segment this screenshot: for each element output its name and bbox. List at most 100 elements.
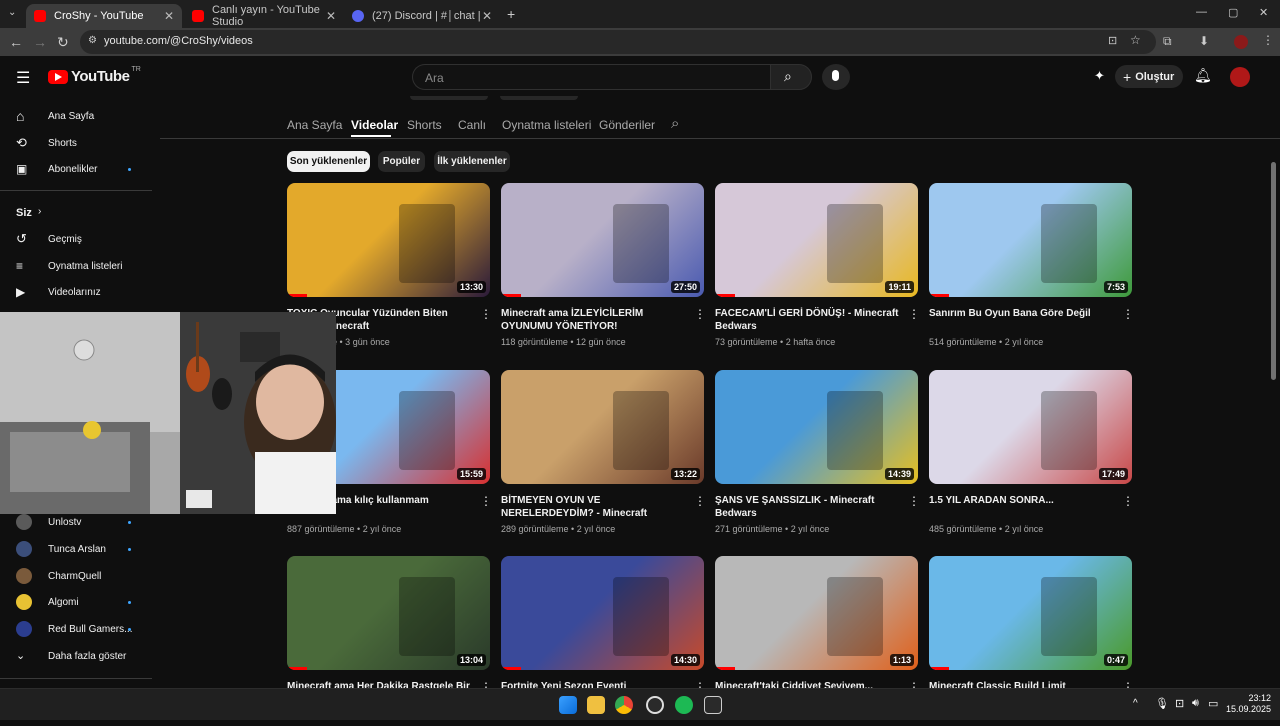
- video-title[interactable]: ŞANS VE ŞANSSIZLIK - Minecraft Bedwars: [715, 494, 901, 520]
- back-icon[interactable]: ←: [9, 34, 23, 50]
- spotify-icon[interactable]: [675, 696, 693, 714]
- extensions-icon[interactable]: ⧉: [1163, 34, 1172, 49]
- video-thumbnail[interactable]: 1:13: [715, 556, 918, 670]
- video-thumbnail[interactable]: 13:30: [287, 183, 490, 297]
- tab-youtube-studio[interactable]: Canlı yayın - YouTube Studio ✕: [184, 4, 344, 28]
- video-thumbnail[interactable]: 27:50: [501, 183, 704, 297]
- new-tab-icon[interactable]: +: [507, 6, 515, 22]
- minimize-icon[interactable]: —: [1196, 6, 1207, 18]
- sidebar-subscription-item[interactable]: Tunca Arslan: [0, 536, 152, 562]
- video-menu-icon[interactable]: ⋮: [694, 307, 706, 321]
- video-title[interactable]: BİTMEYEN OYUN VE NERELERDEYDİM? - Minecr…: [501, 494, 687, 520]
- video-card[interactable]: 17:49 1.5 YIL ARADAN SONRA... ⋮ 485 görüntü…: [929, 370, 1134, 540]
- tray-chevron-up-icon[interactable]: ^: [1133, 698, 1138, 709]
- epic-games-icon[interactable]: [704, 696, 722, 714]
- chip-oldest[interactable]: İlk yüklenenler: [434, 151, 510, 172]
- search-box[interactable]: Ara: [412, 64, 770, 90]
- video-card[interactable]: 14:39 ŞANS VE ŞANSSIZLIK - Minecraft Bedw…: [715, 370, 920, 540]
- chip-latest[interactable]: Son yüklenenler: [287, 151, 370, 172]
- tray-microphone-icon[interactable]: 🎙︎: [1155, 697, 1169, 710]
- sidebar-item-shorts[interactable]: ⟲ Shorts: [0, 130, 152, 156]
- create-button[interactable]: + Oluştur: [1115, 65, 1183, 88]
- video-metadata: 485 görüntüleme • 2 yıl önce: [929, 524, 1044, 534]
- page-scrollbar[interactable]: [1271, 162, 1276, 380]
- sidebar-item-playlists[interactable]: ≡ Oynatma listeleri: [0, 253, 152, 279]
- browser-menu-icon[interactable]: ⋮: [1262, 33, 1274, 47]
- windows-start-icon[interactable]: [559, 696, 577, 714]
- notifications-bell-icon[interactable]: 🔔︎: [1194, 67, 1212, 84]
- install-app-icon[interactable]: ⊡: [1108, 34, 1117, 47]
- search-input[interactable]: Ara: [425, 71, 444, 85]
- sidebar-subscription-item[interactable]: Algomi: [0, 589, 152, 615]
- tray-volume-icon[interactable]: 🔊︎: [1192, 697, 1199, 710]
- sidebar-item-history[interactable]: ↺ Geçmiş: [0, 226, 152, 252]
- video-title[interactable]: 1.5 YIL ARADAN SONRA...: [929, 494, 1115, 507]
- downloads-icon[interactable]: ⬇: [1199, 34, 1209, 48]
- tab-shorts[interactable]: Shorts: [407, 118, 442, 132]
- video-thumbnail[interactable]: 14:39: [715, 370, 918, 484]
- obs-icon[interactable]: [646, 696, 664, 714]
- bookmark-star-icon[interactable]: ☆: [1130, 33, 1141, 47]
- video-thumbnail[interactable]: 17:49: [929, 370, 1132, 484]
- chrome-icon[interactable]: [615, 696, 633, 714]
- video-card[interactable]: 13:22 BİTMEYEN OYUN VE NERELERDEYDİM? - M…: [501, 370, 706, 540]
- forward-icon[interactable]: →: [33, 34, 47, 50]
- tray-network-icon[interactable]: ⊡: [1175, 697, 1184, 710]
- video-menu-icon[interactable]: ⋮: [480, 307, 492, 321]
- tab-videos-home[interactable]: Ana Sayfa: [287, 118, 342, 132]
- sidebar-section-you[interactable]: Siz ›: [0, 200, 152, 226]
- tab-playlists[interactable]: Oynatma listeleri: [502, 118, 591, 132]
- video-thumbnail[interactable]: 14:30: [501, 556, 704, 670]
- tab-posts[interactable]: Gönderiler: [599, 118, 655, 132]
- video-title[interactable]: FACECAM'Lİ GERİ DÖNÜŞ! - Minecraft Bedwa…: [715, 307, 901, 333]
- reload-icon[interactable]: ↻: [57, 34, 69, 50]
- sidebar-show-more[interactable]: ⌄ Daha fazla göster: [0, 643, 152, 669]
- video-title[interactable]: Sanırım Bu Oyun Bana Göre Değil: [929, 307, 1115, 320]
- tab-live[interactable]: Canlı: [458, 118, 486, 132]
- url-field[interactable]: ⚙ youtube.com/@CroShy/videos ⊡ ☆: [80, 30, 1156, 54]
- hamburger-menu-icon[interactable]: ☰: [16, 68, 30, 88]
- tab-youtube[interactable]: CroShy - YouTube ✕: [26, 4, 182, 28]
- window-close-icon[interactable]: ✕: [1259, 6, 1268, 19]
- video-card[interactable]: 27:50 Minecraft ama İZLEYİCİLERİM OYUNUMU…: [501, 183, 706, 353]
- file-explorer-icon[interactable]: [587, 696, 605, 714]
- youtube-logo[interactable]: YouTube TR: [48, 66, 141, 85]
- close-icon[interactable]: ✕: [482, 9, 492, 23]
- close-icon[interactable]: ✕: [326, 9, 336, 23]
- sidebar-subscription-item[interactable]: CharmQuell: [0, 563, 152, 589]
- profile-icon[interactable]: [1234, 35, 1248, 49]
- video-title[interactable]: Minecraft ama İZLEYİCİLERİM OYUNUMU YÖNE…: [501, 307, 687, 333]
- video-card[interactable]: 19:11 FACECAM'Lİ GERİ DÖNÜŞ! - Minecraft …: [715, 183, 920, 353]
- sidebar-item-home[interactable]: ⌂ Ana Sayfa: [0, 103, 152, 129]
- video-thumbnail[interactable]: 7:53: [929, 183, 1132, 297]
- chip-popular[interactable]: Popüler: [378, 151, 425, 172]
- video-menu-icon[interactable]: ⋮: [908, 494, 920, 508]
- video-thumbnail[interactable]: 19:11: [715, 183, 918, 297]
- channel-search-icon[interactable]: ⌕: [671, 115, 679, 132]
- sidebar-item-subscriptions[interactable]: ▣ Abonelikler: [0, 156, 152, 182]
- studio-clapper-icon[interactable]: ✦: [1094, 68, 1105, 84]
- video-thumbnail[interactable]: 0:47: [929, 556, 1132, 670]
- video-menu-icon[interactable]: ⋮: [908, 307, 920, 321]
- tab-videos[interactable]: Videolar: [351, 118, 398, 132]
- voice-search-button[interactable]: [822, 64, 850, 90]
- video-thumbnail[interactable]: 13:04: [287, 556, 490, 670]
- video-menu-icon[interactable]: ⋮: [480, 494, 492, 508]
- tray-battery-icon[interactable]: ▭: [1208, 697, 1218, 710]
- tab-discord[interactable]: (27) Discord | #│chat | CroS ✕: [344, 4, 500, 28]
- taskbar-clock[interactable]: 23:12 15.09.2025: [1226, 693, 1271, 715]
- sidebar-subscription-item[interactable]: Red Bull Gamers...: [0, 616, 152, 642]
- video-card[interactable]: 7:53 Sanırım Bu Oyun Bana Göre Değil ⋮ 514 …: [929, 183, 1134, 353]
- maximize-icon[interactable]: ▢: [1228, 6, 1238, 19]
- site-info-icon[interactable]: ⚙: [88, 35, 97, 46]
- search-button[interactable]: ⌕: [770, 64, 812, 90]
- close-icon[interactable]: ✕: [164, 9, 174, 23]
- video-menu-icon[interactable]: ⋮: [694, 494, 706, 508]
- watch-progress-bar: [929, 294, 950, 297]
- video-menu-icon[interactable]: ⋮: [1122, 307, 1134, 321]
- tab-search-icon[interactable]: ⌄: [8, 7, 16, 18]
- account-avatar[interactable]: [1230, 67, 1250, 87]
- sidebar-item-your-videos[interactable]: ▶ Videolarınız: [0, 279, 152, 305]
- video-thumbnail[interactable]: 13:22: [501, 370, 704, 484]
- video-menu-icon[interactable]: ⋮: [1122, 494, 1134, 508]
